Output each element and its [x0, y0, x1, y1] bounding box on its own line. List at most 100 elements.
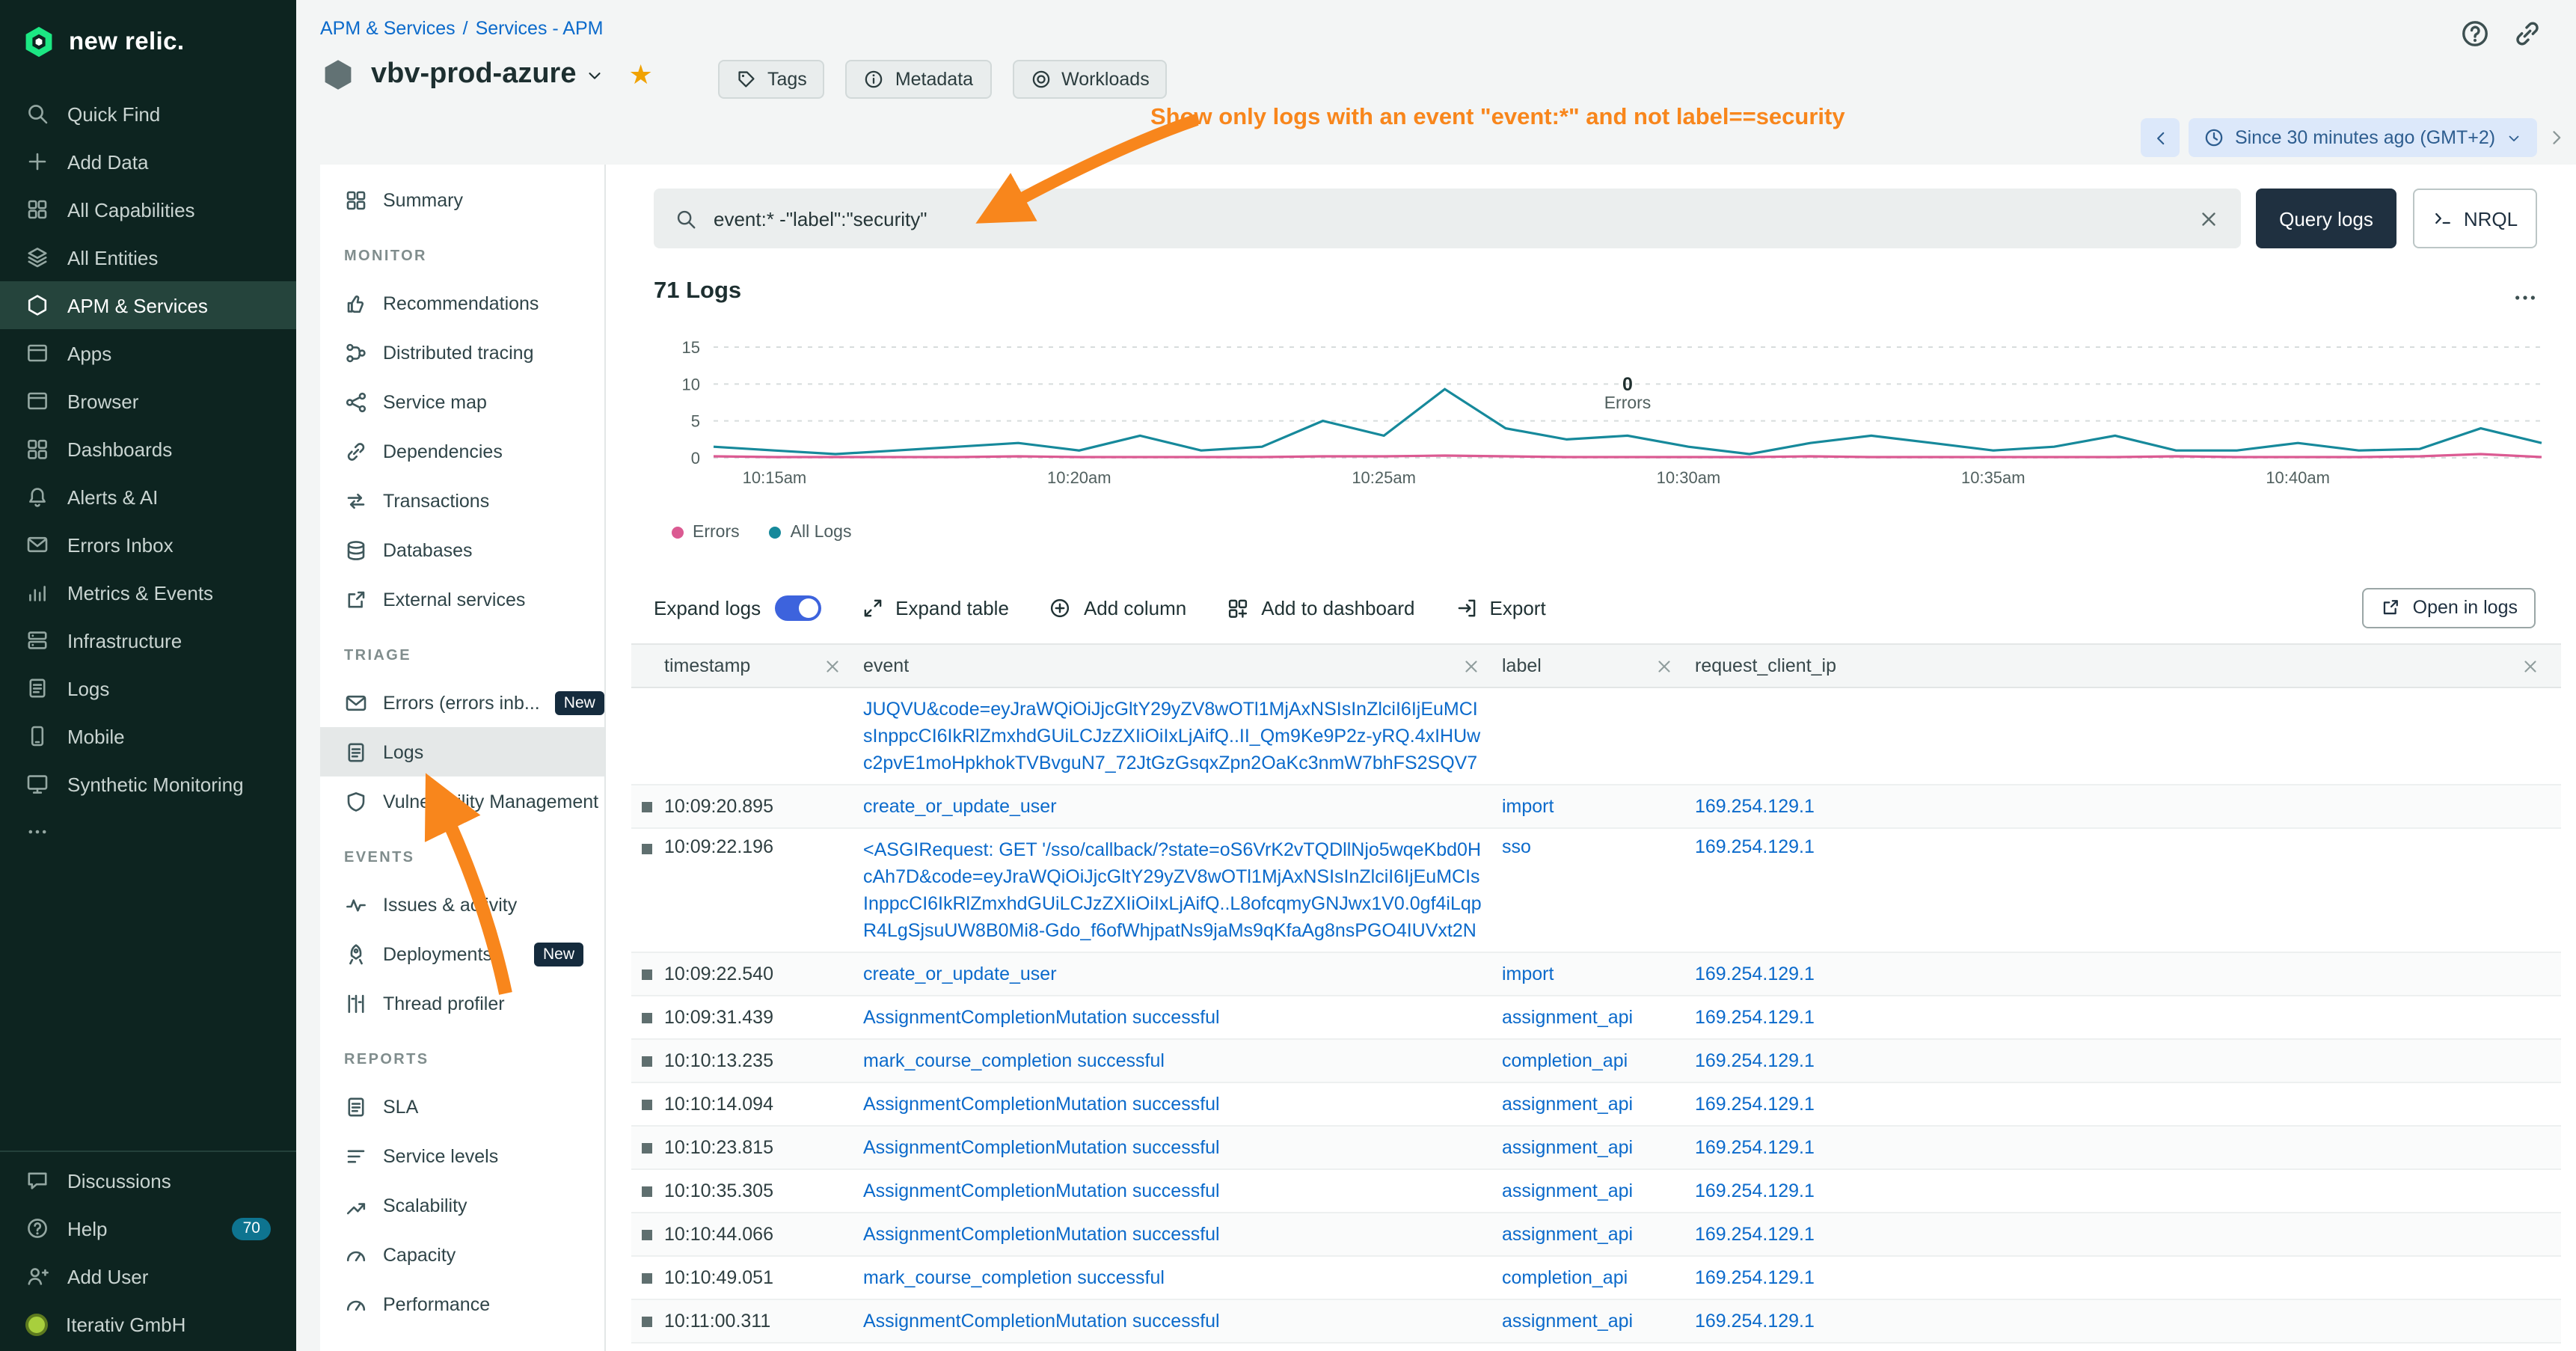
sidebar-item-dashboards[interactable]: Dashboards: [0, 425, 296, 473]
time-range-dropdown[interactable]: Since 30 minutes ago (GMT+2): [2189, 118, 2537, 157]
subnav-item-service-levels[interactable]: Service levels: [320, 1131, 604, 1180]
event-link[interactable]: mark_course_completion successful: [863, 1264, 1484, 1291]
subnav-item-errors-errors-inb[interactable]: Errors (errors inb...New: [320, 678, 604, 727]
event-link[interactable]: AssignmentCompletionMutation successful: [863, 1221, 1484, 1248]
event-link[interactable]: <ASGIRequest: GET '/sso/callback/?state=…: [863, 836, 1484, 944]
metadata-button[interactable]: Metadata: [846, 60, 991, 99]
more-options-icon[interactable]: [2512, 284, 2539, 311]
log-row-10[interactable]: 10:10:49.051mark_course_completion succe…: [631, 1257, 2561, 1300]
sidebar-footer-iterativ-gmbh[interactable]: Iterativ GmbH: [0, 1300, 296, 1348]
event-link[interactable]: create_or_update_user: [863, 961, 1484, 987]
label-link[interactable]: sso: [1502, 836, 1531, 857]
event-link[interactable]: AssignmentCompletionMutation successful: [863, 1004, 1484, 1031]
legend-item-errors[interactable]: Errors: [672, 524, 740, 542]
subnav-item-summary[interactable]: Summary: [320, 175, 604, 224]
remove-column-request_client_ip-icon[interactable]: [2521, 656, 2540, 676]
label-link[interactable]: assignment_api: [1502, 1007, 1633, 1028]
sidebar-item-alerts-ai[interactable]: Alerts & AI: [0, 473, 296, 521]
label-link[interactable]: import: [1502, 796, 1554, 817]
request-client-ip-link[interactable]: 169.254.129.1: [1695, 1311, 1815, 1332]
event-link[interactable]: AssignmentCompletionMutation successful: [863, 1134, 1484, 1161]
subnav-item-capacity[interactable]: Capacity: [320, 1230, 604, 1279]
label-link[interactable]: completion_api: [1502, 1050, 1628, 1071]
label-link[interactable]: assignment_api: [1502, 1224, 1633, 1245]
tags-button[interactable]: Tags: [718, 60, 825, 99]
log-row-1[interactable]: 10:09:20.895create_or_update_userimport1…: [631, 785, 2561, 829]
sidebar-item-apm-services[interactable]: APM & Services: [0, 281, 296, 329]
add-to-dashboard-button[interactable]: Add to dashboard: [1227, 596, 1414, 619]
row-detail-icon[interactable]: [642, 1272, 652, 1283]
log-row-5[interactable]: 10:10:13.235mark_course_completion succe…: [631, 1040, 2561, 1083]
time-forward-button[interactable]: [2546, 127, 2567, 148]
row-detail-icon[interactable]: [642, 1229, 652, 1240]
sidebar-item-all-entities[interactable]: All Entities: [0, 233, 296, 281]
event-link[interactable]: AssignmentCompletionMutation successful: [863, 1308, 1484, 1335]
subnav-item-logs[interactable]: Logs: [320, 727, 604, 776]
sidebar-item-apps[interactable]: Apps: [0, 329, 296, 377]
request-client-ip-link[interactable]: 169.254.129.1: [1695, 796, 1815, 817]
request-client-ip-link[interactable]: 169.254.129.1: [1695, 1267, 1815, 1288]
row-detail-icon[interactable]: [642, 1316, 652, 1326]
breadcrumb-apm-services[interactable]: APM & Services: [320, 18, 456, 39]
log-row-0[interactable]: JUQVU&code=eyJraWQiOiJjcGltY29yZV8wOTl1M…: [631, 688, 2561, 785]
request-client-ip-link[interactable]: 169.254.129.1: [1695, 1050, 1815, 1071]
log-row-4[interactable]: 10:09:31.439AssignmentCompletionMutation…: [631, 996, 2561, 1040]
sidebar-item-infrastructure[interactable]: Infrastructure: [0, 616, 296, 664]
request-client-ip-link[interactable]: 169.254.129.1: [1695, 836, 1815, 857]
label-link[interactable]: assignment_api: [1502, 1137, 1633, 1158]
subnav-item-scalability[interactable]: Scalability: [320, 1180, 604, 1230]
clear-query-icon[interactable]: [2198, 207, 2220, 230]
subnav-item-sla[interactable]: SLA: [320, 1082, 604, 1131]
request-client-ip-link[interactable]: 169.254.129.1: [1695, 1224, 1815, 1245]
help-circle-icon[interactable]: [2459, 18, 2491, 49]
request-client-ip-link[interactable]: 169.254.129.1: [1695, 1007, 1815, 1028]
sidebar-item-errors-inbox[interactable]: Errors Inbox: [0, 521, 296, 569]
subnav-item-thread-profiler[interactable]: Thread profiler: [320, 978, 604, 1028]
favorite-star-icon[interactable]: ★: [629, 61, 653, 88]
event-link[interactable]: create_or_update_user: [863, 793, 1484, 820]
entity-switcher-chevron-icon[interactable]: [586, 65, 605, 85]
log-row-9[interactable]: 10:10:44.066AssignmentCompletionMutation…: [631, 1213, 2561, 1257]
row-detail-icon[interactable]: [642, 969, 652, 979]
row-detail-icon[interactable]: [642, 1099, 652, 1109]
row-detail-icon[interactable]: [642, 1142, 652, 1153]
time-back-button[interactable]: [2141, 118, 2180, 157]
subnav-item-recommendations[interactable]: Recommendations: [320, 278, 604, 328]
row-detail-icon[interactable]: [642, 1186, 652, 1196]
sidebar-item-add-data[interactable]: Add Data: [0, 138, 296, 186]
sidebar-item-quick-find[interactable]: Quick Find: [0, 90, 296, 138]
workloads-button[interactable]: Workloads: [1012, 60, 1168, 99]
log-row-7[interactable]: 10:10:23.815AssignmentCompletionMutation…: [631, 1127, 2561, 1170]
log-row-3[interactable]: 10:09:22.540create_or_update_userimport1…: [631, 953, 2561, 996]
row-detail-icon[interactable]: [642, 1012, 652, 1023]
sidebar-item-browser[interactable]: Browser: [0, 377, 296, 425]
export-button[interactable]: Export: [1456, 596, 1546, 619]
label-link[interactable]: assignment_api: [1502, 1180, 1633, 1201]
sidebar-item-metrics-events[interactable]: Metrics & Events: [0, 569, 296, 616]
subnav-item-issues-activity[interactable]: Issues & activity: [320, 880, 604, 929]
subnav-item-databases[interactable]: Databases: [320, 525, 604, 575]
label-link[interactable]: import: [1502, 964, 1554, 984]
add-column-button[interactable]: Add column: [1049, 596, 1186, 619]
row-detail-icon[interactable]: [642, 1056, 652, 1066]
remove-column-timestamp-icon[interactable]: [823, 656, 842, 676]
sidebar-footer-add-user[interactable]: Add User: [0, 1252, 296, 1300]
label-link[interactable]: completion_api: [1502, 1267, 1628, 1288]
query-logs-button[interactable]: Query logs: [2256, 189, 2396, 248]
remove-column-event-icon[interactable]: [1462, 656, 1481, 676]
event-link[interactable]: mark_course_completion successful: [863, 1047, 1484, 1074]
log-row-2[interactable]: 10:09:22.196<ASGIRequest: GET '/sso/call…: [631, 829, 2561, 953]
event-link[interactable]: AssignmentCompletionMutation successful: [863, 1177, 1484, 1204]
sidebar-item-more[interactable]: [0, 808, 296, 856]
request-client-ip-link[interactable]: 169.254.129.1: [1695, 1180, 1815, 1201]
sidebar-item-synthetic-monitoring[interactable]: Synthetic Monitoring: [0, 760, 296, 808]
request-client-ip-link[interactable]: 169.254.129.1: [1695, 1094, 1815, 1115]
breadcrumb-services-apm[interactable]: Services - APM: [476, 18, 604, 39]
subnav-item-deployments[interactable]: DeploymentsNew: [320, 929, 604, 978]
subnav-item-distributed-tracing[interactable]: Distributed tracing: [320, 328, 604, 377]
sidebar-item-mobile[interactable]: Mobile: [0, 712, 296, 760]
legend-item-all-logs[interactable]: All Logs: [770, 524, 852, 542]
log-row-6[interactable]: 10:10:14.094AssignmentCompletionMutation…: [631, 1083, 2561, 1127]
search-input[interactable]: event:* -"label":"security": [654, 189, 2241, 248]
expand-logs-toggle[interactable]: [774, 595, 821, 620]
